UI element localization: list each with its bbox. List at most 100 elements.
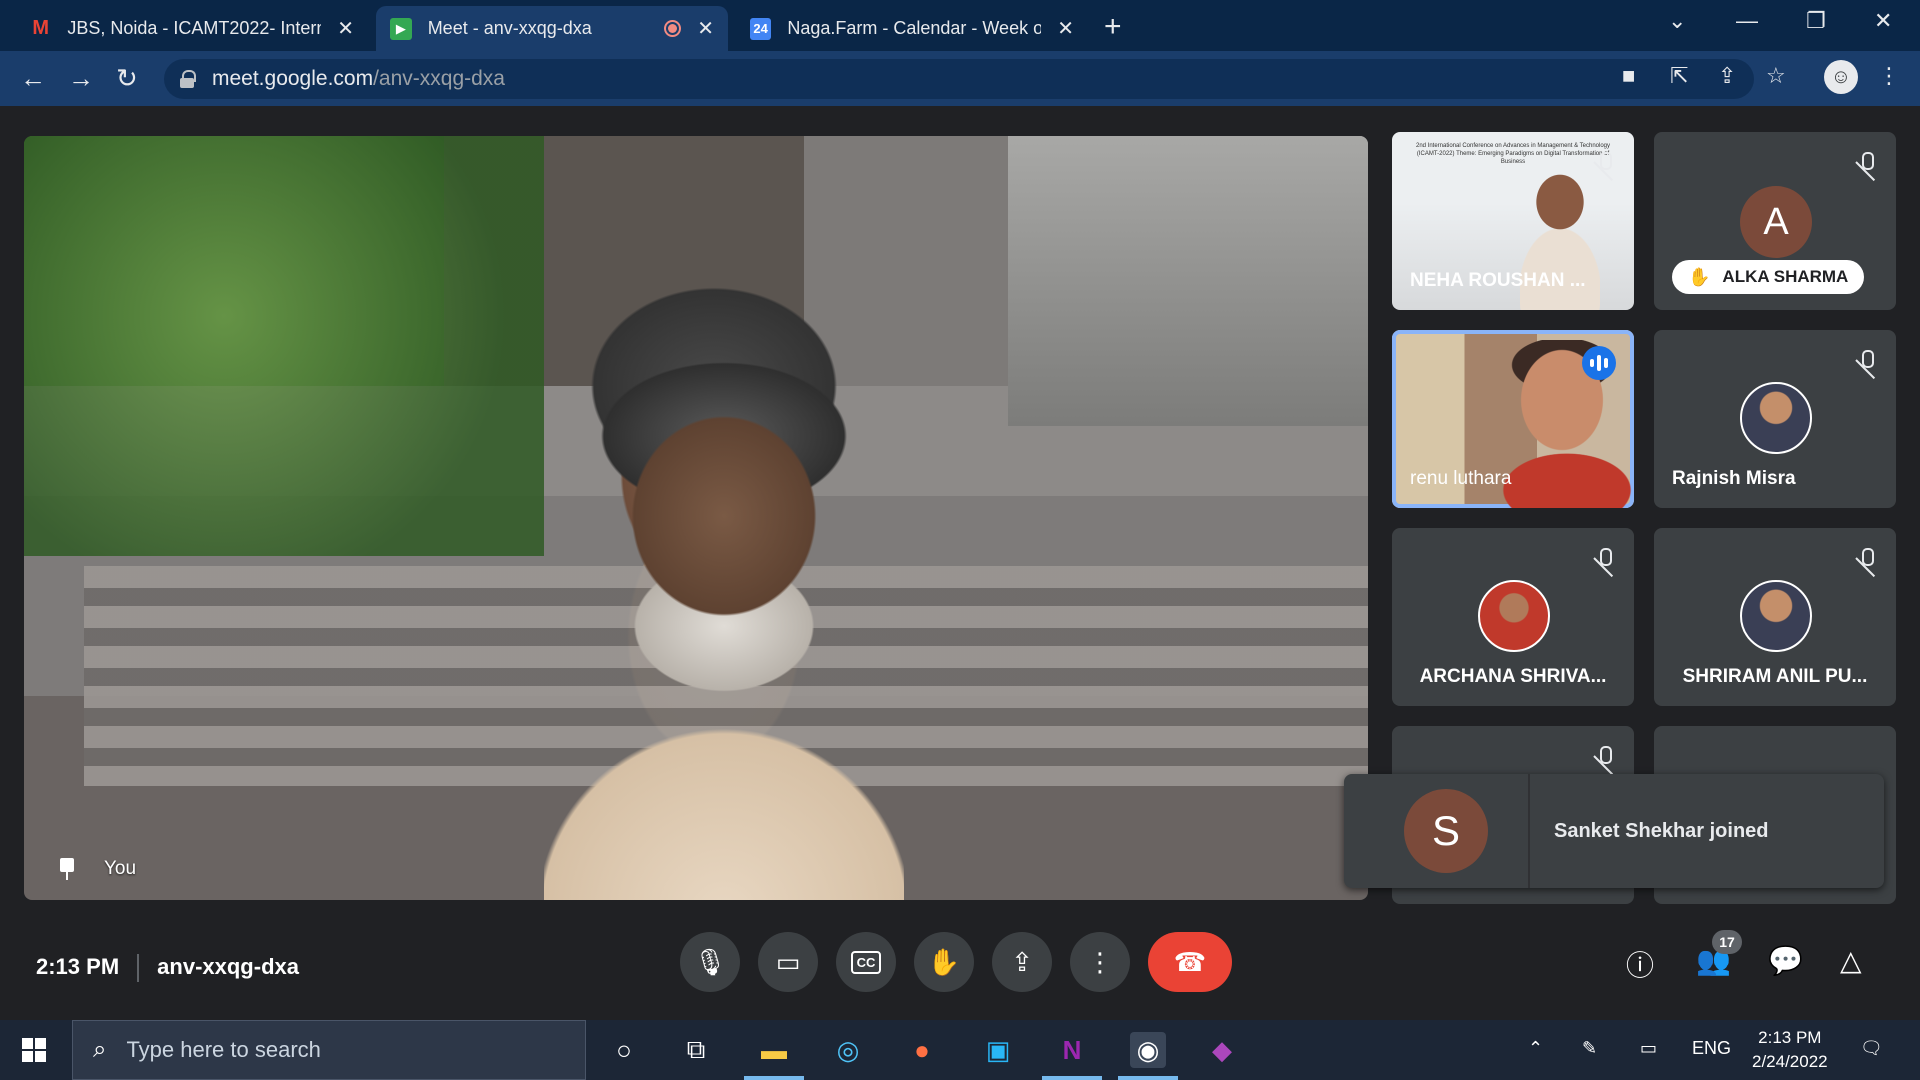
back-icon[interactable]: ← [20, 63, 46, 94]
microphone-button[interactable]: 🎙 [680, 932, 740, 992]
taskbar-search-input[interactable]: ⌕ Type here to search [72, 1020, 586, 1080]
gmail-icon: M [32, 17, 49, 39]
avatar: S [1404, 789, 1488, 873]
reload-icon[interactable]: ↻ [116, 63, 138, 94]
recording-indicator-icon [664, 20, 682, 37]
notifications-icon[interactable]: 🗨 [1860, 1038, 1883, 1059]
camera-in-use-icon[interactable]: ■ [1622, 63, 1635, 89]
background-trees [24, 136, 544, 556]
camera-icon: ▭ [775, 946, 801, 977]
network-icon[interactable]: ▭ [1640, 1038, 1657, 1059]
close-tab-icon[interactable]: ✕ [337, 16, 354, 41]
raised-hand-chip: ✋ ALKA SHARMA [1672, 260, 1864, 294]
activities-icon[interactable]: △ [1840, 944, 1862, 977]
more-options-button[interactable]: ⋮ [1070, 932, 1130, 992]
chrome-icon[interactable]: ◉ [1130, 1032, 1166, 1068]
muted-mic-icon [1592, 150, 1616, 174]
self-person [544, 356, 904, 900]
participant-count-badge: 17 [1712, 930, 1742, 954]
open-in-app-icon[interactable]: ⇱ [1670, 63, 1688, 89]
running-indicator [1042, 1076, 1102, 1080]
tab-title: JBS, Noida - ICAMT2022- Interna [67, 18, 322, 38]
browser-tab-strip: M JBS, Noida - ICAMT2022- Interna ✕ ▶ Me… [0, 0, 1920, 51]
taskbar-date: 2/24/2022 [1752, 1052, 1828, 1071]
store-icon[interactable]: ▣ [980, 1032, 1016, 1068]
tab-calendar[interactable]: 24 Naga.Farm - Calendar - Week of ✕ [736, 6, 1088, 51]
pen-icon[interactable]: ✎ [1582, 1038, 1597, 1059]
profile-avatar[interactable]: ☺ [1824, 60, 1858, 94]
raise-hand-button[interactable]: ✋ [914, 932, 974, 992]
tab-gmail[interactable]: M JBS, Noida - ICAMT2022- Interna ✕ [16, 6, 368, 51]
participant-tile-alka[interactable]: A ✋ ALKA SHARMA [1654, 132, 1896, 310]
close-tab-icon[interactable]: ✕ [1057, 16, 1074, 41]
participant-tile-archana[interactable]: ARCHANA SHRIVA... [1392, 528, 1634, 706]
muted-mic-icon [1854, 546, 1878, 570]
join-message: Sanket Shekhar joined [1554, 819, 1769, 842]
self-name: You [104, 858, 137, 879]
file-explorer-icon[interactable]: ▬ [756, 1032, 792, 1068]
raised-hand-icon: ✋ [1688, 266, 1711, 287]
taskbar-clock[interactable]: 2:13 PM 2/24/2022 [1752, 1026, 1828, 1074]
participant-name: ALKA SHARMA [1722, 267, 1849, 286]
lock-icon[interactable] [180, 70, 196, 88]
divider [1528, 774, 1530, 888]
participant-name: renu luthara [1410, 468, 1512, 489]
onenote-icon[interactable]: N [1054, 1032, 1090, 1068]
self-label: You [60, 858, 136, 880]
participant-tile-shriram[interactable]: SHRIRAM ANIL PU... [1654, 528, 1896, 706]
show-hidden-icons-icon[interactable]: ⌃ [1528, 1038, 1543, 1059]
captions-button[interactable]: CC [836, 932, 896, 992]
self-video[interactable]: You [24, 136, 1368, 900]
participant-tile-renu[interactable]: renu luthara [1392, 330, 1634, 508]
end-call-icon: ☎ [1173, 946, 1207, 977]
bookmark-star-icon[interactable]: ☆ [1766, 63, 1786, 89]
close-tab-icon[interactable]: ✕ [697, 16, 714, 41]
pin-icon[interactable] [60, 858, 74, 880]
firefox-icon[interactable]: ● [904, 1032, 940, 1068]
windows-start-icon[interactable] [22, 1038, 46, 1062]
close-window-icon[interactable]: ✕ [1874, 8, 1892, 34]
tab-meet[interactable]: ▶ Meet - anv-xxqg-dxa ✕ [376, 6, 728, 51]
browser-menu-icon[interactable]: ⋮ [1878, 63, 1900, 89]
present-button[interactable]: ⇪ [992, 932, 1052, 992]
url-host: meet.google.com [212, 67, 374, 90]
restore-icon[interactable]: ❐ [1806, 8, 1826, 34]
calendar-icon: 24 [750, 17, 772, 40]
task-view-icon[interactable]: ⧉ [678, 1032, 714, 1068]
tab-title: Naga.Farm - Calendar - Week of [787, 18, 1042, 38]
omnibox[interactable]: meet.google.com/anv-xxqg-dxa [164, 59, 1754, 99]
participant-name: ARCHANA SHRIVA... [1419, 666, 1607, 687]
muted-mic-icon [1592, 744, 1616, 768]
participant-tile-neha[interactable]: 2nd International Conference on Advances… [1392, 132, 1634, 310]
avatar: A [1740, 186, 1812, 258]
running-indicator [744, 1076, 804, 1080]
meet-control-bar: 2:13 PM anv-xxqg-dxa 🎙 ▭ CC ✋ ⇪ ⋮ ☎ ⓘ 👥 1… [0, 916, 1920, 1020]
chat-icon[interactable]: 💬 [1768, 944, 1803, 977]
muted-mic-icon [1592, 546, 1616, 570]
tab-search-icon[interactable]: ⌄ [1668, 8, 1686, 34]
avatar [1740, 382, 1812, 454]
microphone-icon: 🎙 [693, 946, 727, 977]
captions-icon: CC [850, 950, 882, 974]
language-indicator[interactable]: ENG [1692, 1038, 1731, 1059]
running-indicator [1118, 1076, 1178, 1080]
search-placeholder: Type here to search [126, 1037, 321, 1062]
participant-tile-rajnish[interactable]: Rajnish Misra [1654, 330, 1896, 508]
share-icon[interactable]: ⇪ [1718, 63, 1736, 89]
paint-drop-icon[interactable]: ◆ [1204, 1032, 1240, 1068]
camera-button[interactable]: ▭ [758, 932, 818, 992]
meeting-time: 2:13 PM [36, 954, 120, 979]
divider [137, 954, 140, 983]
forward-icon[interactable]: → [68, 63, 94, 94]
new-tab-icon[interactable]: + [1104, 10, 1122, 44]
cortana-icon[interactable]: ○ [606, 1032, 642, 1068]
join-notification: S Sanket Shekhar joined [1344, 774, 1884, 888]
present-screen-icon: ⇪ [1011, 946, 1033, 977]
background-building [1008, 136, 1368, 426]
safari-icon[interactable]: ◎ [830, 1032, 866, 1068]
minimize-icon[interactable]: — [1736, 8, 1758, 34]
meeting-info-icon[interactable]: ⓘ [1626, 944, 1654, 984]
search-icon: ⌕ [93, 1036, 107, 1063]
leave-call-button[interactable]: ☎ [1148, 932, 1232, 992]
meet-icon: ▶ [390, 17, 412, 40]
